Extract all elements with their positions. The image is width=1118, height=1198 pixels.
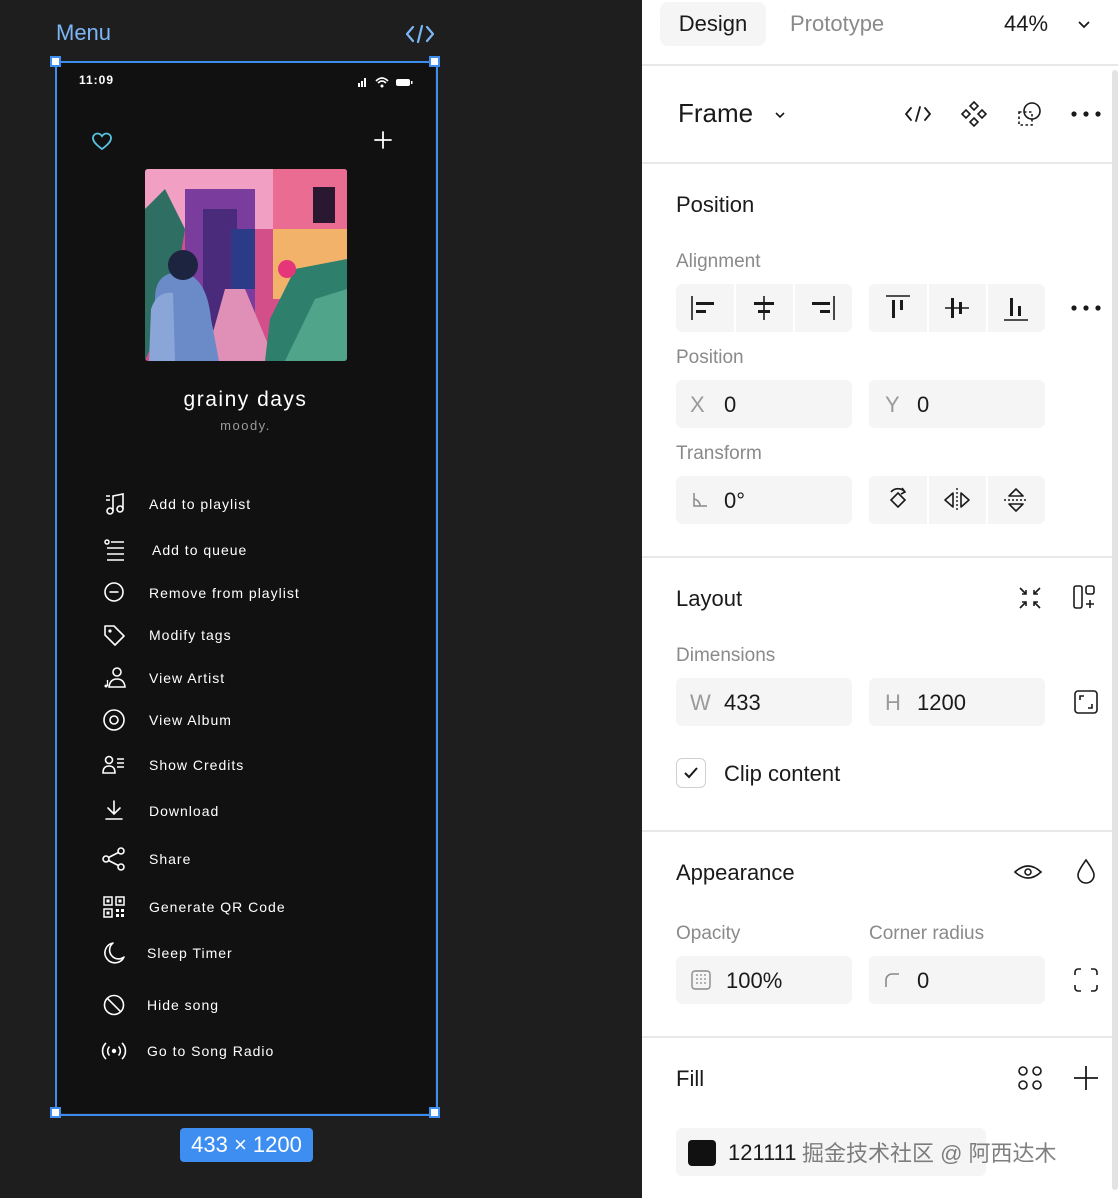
opacity-value: 100%	[726, 968, 783, 993]
corner-radius-value: 0	[917, 968, 930, 993]
layout-section-title: Layout	[676, 586, 743, 611]
properties-panel: Design Prototype 44% Frame Position Alig…	[642, 0, 1118, 1198]
fill-hex-value[interactable]: 121111	[728, 1140, 797, 1166]
size-badge: 433 × 1200	[180, 1128, 313, 1162]
styles-grid-icon[interactable]	[1014, 1062, 1046, 1094]
x-position-field[interactable]: X 0	[676, 380, 852, 428]
more-options-icon[interactable]	[1068, 104, 1104, 124]
checkmark-icon	[684, 767, 698, 779]
code-icon[interactable]	[404, 22, 436, 46]
corner-radius-icon	[885, 973, 899, 987]
frame-title[interactable]: Frame	[678, 98, 753, 129]
add-auto-layout-icon[interactable]	[1070, 582, 1102, 614]
w-prefix: W	[690, 690, 711, 715]
fill-section-title: Fill	[676, 1066, 705, 1091]
resize-handle-top-left[interactable]	[50, 56, 61, 67]
corner-radius-label: Corner radius	[869, 923, 985, 944]
y-prefix: Y	[885, 392, 900, 417]
resize-handle-bottom-left[interactable]	[50, 1107, 61, 1118]
flip-vertical-icon[interactable]	[1000, 484, 1032, 516]
flip-horizontal-icon[interactable]	[941, 484, 973, 516]
align-top-icon[interactable]	[882, 292, 914, 324]
chevron-down-icon[interactable]	[772, 108, 788, 122]
clip-content-checkbox[interactable]	[676, 758, 706, 788]
mask-icon[interactable]	[1014, 98, 1046, 130]
position-section-title: Position	[676, 192, 755, 217]
opacity-field[interactable]: 100%	[676, 956, 852, 1004]
more-options-icon[interactable]	[1068, 298, 1104, 318]
transform-label: Transform	[676, 443, 762, 464]
appearance-section-title: Appearance	[676, 860, 795, 885]
divider	[642, 556, 1118, 558]
divider	[642, 1036, 1118, 1038]
w-value: 433	[724, 690, 761, 715]
h-value: 1200	[917, 690, 966, 715]
align-right-icon[interactable]	[806, 292, 838, 324]
design-canvas[interactable]: Menu 11:09 grainy days moody. Add to pla…	[0, 0, 642, 1198]
code-icon[interactable]	[902, 100, 934, 128]
opacity-label: Opacity	[676, 923, 741, 944]
resize-to-fit-icon[interactable]	[1070, 686, 1102, 718]
h-prefix: H	[885, 690, 901, 715]
component-icon[interactable]	[958, 98, 990, 130]
angle-icon	[693, 493, 707, 507]
align-bottom-icon[interactable]	[1000, 292, 1032, 324]
eye-icon[interactable]	[1012, 856, 1044, 888]
x-value: 0	[724, 392, 737, 417]
corner-radius-field[interactable]: 0	[869, 956, 1045, 1004]
selection-outline	[55, 61, 438, 1116]
rotation-field[interactable]: 0°	[676, 476, 852, 524]
position-label: Position	[676, 347, 744, 368]
chevron-down-icon[interactable]	[1076, 16, 1092, 32]
resize-handle-bottom-right[interactable]	[429, 1107, 440, 1118]
zoom-level[interactable]: 44%	[1004, 2, 1048, 46]
align-horizontal-center-icon[interactable]	[748, 292, 780, 324]
collapse-icon[interactable]	[1014, 582, 1046, 614]
align-vertical-center-icon[interactable]	[941, 292, 973, 324]
alignment-label: Alignment	[676, 251, 761, 272]
watermark-text: 掘金技术社区 @ 阿西达木	[802, 1141, 1057, 1166]
rotate-icon[interactable]	[882, 484, 914, 516]
divider	[642, 830, 1118, 832]
align-left-icon[interactable]	[688, 292, 720, 324]
width-field[interactable]: W 433	[676, 678, 852, 726]
tab-prototype[interactable]: Prototype	[790, 2, 884, 46]
fill-swatch[interactable]	[688, 1140, 716, 1166]
y-value: 0	[917, 392, 930, 417]
height-field[interactable]: H 1200	[869, 678, 1045, 726]
tab-design[interactable]: Design	[660, 2, 766, 46]
divider	[642, 64, 1118, 66]
frame-name-label[interactable]: Menu	[56, 20, 111, 46]
clip-content-label[interactable]: Clip content	[724, 761, 840, 787]
drop-icon[interactable]	[1070, 856, 1102, 888]
x-prefix: X	[690, 392, 705, 417]
divider	[642, 162, 1118, 164]
rotation-value: 0°	[724, 488, 746, 513]
dimensions-label: Dimensions	[676, 645, 776, 666]
y-position-field[interactable]: Y 0	[869, 380, 1045, 428]
panel-scrollbar[interactable]	[1112, 70, 1118, 1190]
resize-handle-top-right[interactable]	[429, 56, 440, 67]
independent-corners-icon[interactable]	[1070, 964, 1102, 996]
opacity-grid-icon	[691, 970, 711, 990]
add-fill-icon[interactable]	[1070, 1062, 1102, 1094]
